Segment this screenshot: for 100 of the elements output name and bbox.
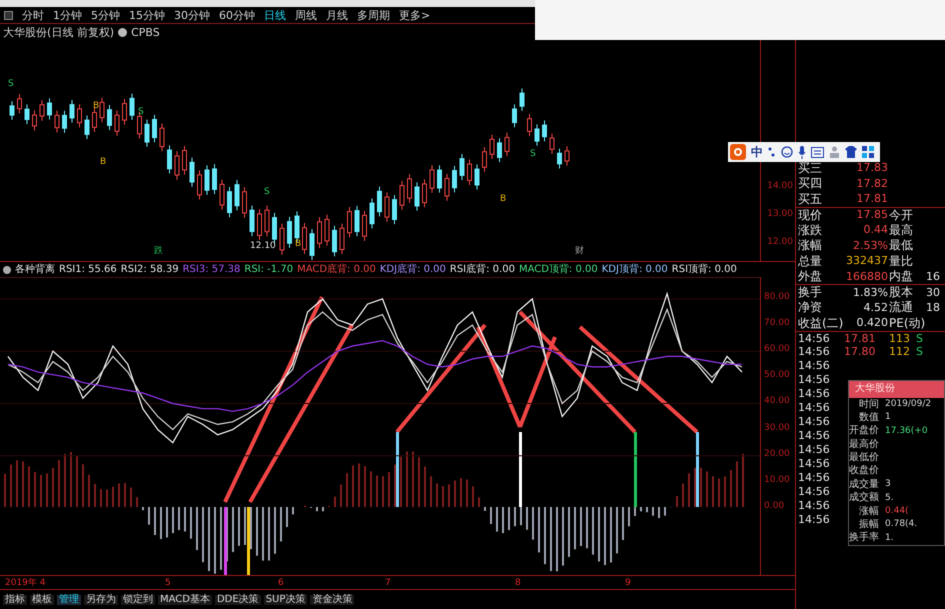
period-tab[interactable]: 周线 — [295, 10, 317, 20]
popup-value: 1 — [885, 413, 891, 422]
candle — [114, 110, 120, 136]
bottom-tab[interactable]: 锁定到 — [121, 594, 155, 604]
candle — [190, 157, 194, 188]
bottom-tab[interactable]: 管理 — [57, 594, 81, 604]
settings-icon[interactable] — [118, 28, 128, 36]
candle — [527, 114, 532, 136]
period-tab[interactable]: 1分钟 — [53, 10, 82, 20]
candle — [444, 173, 450, 202]
period-tab[interactable]: 日线 — [264, 10, 286, 20]
candle — [340, 223, 344, 255]
axis-label: 20.00 — [764, 450, 790, 459]
quote-label: PE(动) — [888, 316, 926, 329]
candle — [534, 124, 540, 146]
period-tab[interactable]: 更多> — [399, 10, 430, 20]
quote-label: 量比 — [888, 254, 914, 267]
quote-label: 涨幅 — [797, 239, 823, 252]
chart-marker: 财 — [575, 247, 584, 256]
period-tab[interactable]: 60分钟 — [219, 10, 255, 20]
ime-mode-toggle[interactable]: 中 — [751, 146, 763, 158]
period-tab[interactable]: 30分钟 — [174, 10, 210, 20]
quote-label: 流通 — [888, 301, 914, 314]
candle — [32, 110, 37, 132]
axis-label: 14.00 — [767, 182, 793, 191]
bottom-tab[interactable]: 模板 — [30, 594, 54, 604]
bottom-tab[interactable]: DDE决策 — [214, 594, 261, 604]
indicator-value: KDJ底背: 0.00 — [380, 264, 446, 274]
smiley-icon[interactable] — [781, 146, 793, 158]
candle — [437, 164, 442, 194]
candle — [264, 205, 270, 237]
bottom-tab[interactable]: 另存为 — [84, 594, 118, 604]
tick-time: 14:56 — [798, 444, 831, 455]
quote-label: 今开 — [888, 208, 914, 221]
popup-title: 大华股份 — [849, 381, 944, 398]
quote-value: 17.83 — [856, 162, 888, 174]
panel-toggle-icon[interactable] — [4, 10, 13, 20]
keyboard-icon[interactable] — [811, 146, 824, 158]
tick-time: 14:56 — [798, 486, 831, 497]
quote-label: 净资 — [797, 301, 823, 314]
candle — [482, 146, 487, 172]
popup-label: 开盘价 — [849, 426, 879, 436]
quote-label: 买四 — [797, 177, 823, 190]
bottom-tab[interactable]: 指标 — [3, 594, 27, 604]
quote-value: 332437 — [845, 255, 888, 266]
signal-bar — [247, 507, 250, 575]
axis-label: 0.00 — [764, 502, 784, 512]
tick-time: 14:56 — [798, 346, 831, 357]
chart-marker: 跌 — [154, 247, 163, 256]
candle — [92, 107, 97, 132]
bottom-tab[interactable]: 资金决策 — [310, 594, 354, 604]
quote-value: 0.44 — [862, 224, 888, 236]
candle — [107, 104, 112, 131]
axis-label: 80.00 — [764, 292, 790, 302]
popup-label: 振幅 — [858, 520, 879, 530]
candle — [557, 148, 562, 169]
popup-value: 3 — [885, 480, 891, 490]
quote-value: 166880 — [845, 270, 888, 282]
quote-value: 0.420 — [856, 317, 888, 328]
quote-label: 内盘 — [888, 270, 914, 282]
indicator-value: RSI底背: 0.00 — [450, 264, 515, 274]
candle — [497, 138, 502, 163]
period-tab[interactable]: 多周期 — [357, 10, 390, 20]
axis-label: 40.00 — [764, 397, 790, 406]
period-tab[interactable]: 5分钟 — [91, 10, 120, 20]
indicator-title: 各种背离 — [15, 264, 55, 274]
candle — [414, 182, 420, 212]
candle — [212, 164, 217, 195]
bottom-tab[interactable]: MACD基本 — [158, 594, 212, 604]
ime-logo-icon[interactable] — [730, 144, 746, 160]
tick-time: 14:56 — [798, 416, 831, 427]
candle — [62, 110, 67, 134]
period-tab[interactable]: 分时 — [22, 10, 44, 20]
candle — [564, 146, 570, 166]
candle — [197, 170, 202, 200]
settings-icon[interactable] — [3, 266, 11, 274]
bottom-tab[interactable]: SUP决策 — [264, 594, 308, 604]
period-tab[interactable]: 月线 — [326, 10, 348, 20]
candle — [490, 134, 494, 160]
date-label: 9 — [625, 579, 631, 588]
candle — [152, 114, 157, 143]
grid-icon[interactable] — [862, 146, 874, 158]
candle — [400, 180, 404, 210]
candle — [227, 186, 232, 218]
candle — [504, 132, 510, 157]
punctuation-icon[interactable] — [768, 146, 776, 158]
indicator-value: RSI顶背: 0.00 — [672, 264, 737, 274]
candle — [130, 93, 134, 120]
period-tab[interactable]: 15分钟 — [129, 10, 165, 20]
candle — [84, 114, 90, 140]
tick-time: 14:56 — [798, 402, 831, 413]
candle — [452, 165, 457, 193]
microphone-icon[interactable] — [798, 146, 806, 158]
chart-marker: B — [500, 195, 506, 204]
shirt-icon[interactable] — [845, 146, 857, 158]
chart-marker: B — [100, 158, 106, 167]
candle — [280, 223, 284, 256]
popup-label: 涨幅 — [858, 506, 879, 517]
date-label: 7 — [385, 579, 391, 588]
quote-value: 17.81 — [856, 193, 888, 204]
